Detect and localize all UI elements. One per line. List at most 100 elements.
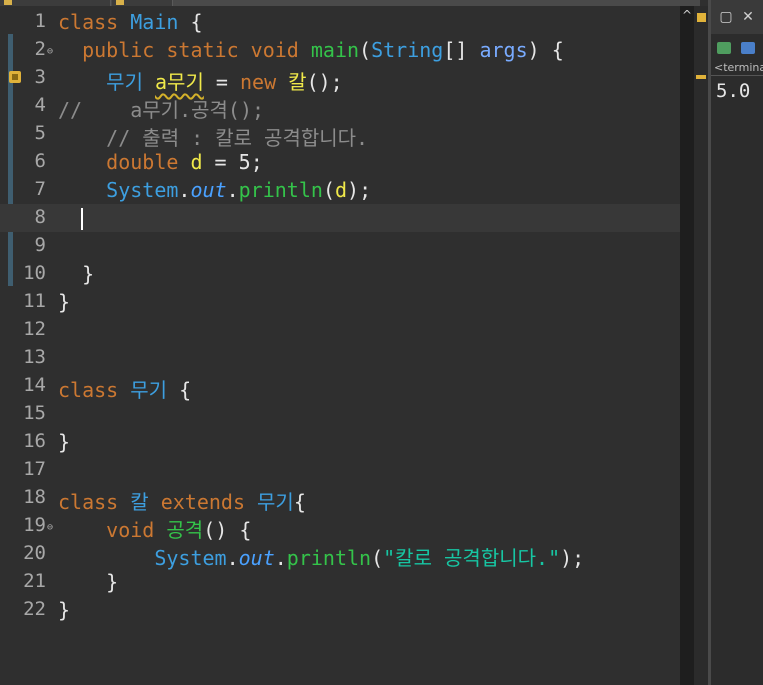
overview-summary-warning-icon[interactable]: [697, 13, 706, 22]
code-line[interactable]: 20 System.out.println("칼로 공격합니다.");: [0, 540, 680, 570]
code-line[interactable]: 10 }: [0, 260, 680, 288]
code-token: ;: [250, 150, 263, 174]
code-line[interactable]: 7 System.out.println(d);: [0, 176, 680, 204]
code-line[interactable]: 17: [0, 456, 680, 484]
code-text: class Main {: [58, 10, 203, 34]
code-text: }: [58, 262, 94, 286]
code-line[interactable]: 8: [0, 204, 680, 232]
open-console-icon[interactable]: [717, 42, 731, 54]
code-token: .: [274, 546, 287, 570]
code-text: void 공격() {: [58, 514, 251, 543]
code-token: double: [106, 150, 191, 174]
code-token: );: [347, 178, 372, 202]
line-number: 20: [23, 542, 46, 564]
code-token: System: [106, 178, 179, 202]
code-line[interactable]: 11}: [0, 288, 680, 316]
display-console-icon[interactable]: [741, 42, 755, 54]
line-number: 12: [23, 318, 46, 340]
minimize-icon[interactable]: ▢: [719, 10, 733, 24]
console-output: 5.0: [716, 80, 751, 102]
code-token: .: [226, 178, 239, 202]
code-token: out: [190, 178, 227, 202]
fold-toggle-icon[interactable]: ⊖: [47, 46, 53, 57]
code-token: ();: [306, 70, 343, 94]
code-token: (: [371, 546, 384, 570]
code-token: .: [178, 178, 191, 202]
line-number: 8: [34, 206, 46, 228]
code-line[interactable]: 5 // 출력 : 칼로 공격합니다.: [0, 120, 680, 150]
code-line[interactable]: 12: [0, 316, 680, 344]
code-line[interactable]: 6 double d = 5;: [0, 148, 680, 176]
code-token: new: [239, 70, 289, 94]
line-number: 14: [23, 374, 46, 396]
code-token: println: [238, 178, 323, 202]
line-number: 18: [23, 486, 46, 508]
code-token: {: [167, 378, 192, 402]
code-token: 무기: [130, 378, 168, 402]
line-number: 1: [34, 10, 46, 32]
code-token: }: [58, 262, 95, 286]
code-line[interactable]: 21 }: [0, 568, 680, 596]
console-panel: ▢ ✕ <terminated> 5.0: [711, 0, 763, 685]
line-number: 17: [23, 458, 46, 480]
code-token: System: [154, 546, 227, 570]
code-token: () {: [203, 518, 252, 542]
line-number: 19: [23, 514, 46, 536]
line-number: 5: [34, 122, 46, 144]
code-token: }: [58, 598, 71, 622]
code-token: d: [334, 178, 348, 202]
scroll-up-arrow-icon[interactable]: ^: [680, 8, 694, 22]
code-line[interactable]: 22}: [0, 596, 680, 624]
code-token: main: [310, 38, 360, 62]
fold-toggle-icon[interactable]: ⊖: [47, 522, 53, 533]
code-token: );: [560, 546, 585, 570]
code-token: 칼: [288, 70, 307, 94]
code-token: String: [371, 38, 444, 62]
code-line[interactable]: 3 무기 a무기 = new 칼();: [0, 64, 680, 95]
code-text: // a무기.공격();: [58, 94, 264, 123]
code-token: class: [58, 10, 131, 34]
code-token: d: [190, 150, 203, 174]
vertical-scrollbar[interactable]: [680, 6, 694, 685]
close-icon[interactable]: ✕: [741, 10, 755, 24]
code-line[interactable]: 18 class 칼 extends 무기{: [0, 484, 680, 514]
warning-icon[interactable]: [9, 71, 21, 83]
line-number: 7: [34, 178, 46, 200]
code-text: double d = 5;: [58, 150, 263, 174]
line-number: 21: [23, 570, 46, 592]
line-number: 13: [23, 346, 46, 368]
code-text: 무기 a무기 = new 칼();: [58, 66, 343, 95]
overview-warning-marker[interactable]: [696, 75, 706, 79]
code-line[interactable]: 13: [0, 344, 680, 372]
code-token: "칼로 공격합니다.": [383, 546, 561, 570]
code-token: 무기: [257, 490, 294, 514]
code-editor[interactable]: 1 class Main {2 ⊖ public static void main(…: [0, 6, 680, 685]
console-toolbar: [711, 36, 763, 60]
line-number: 4: [34, 94, 46, 116]
code-line[interactable]: 16}: [0, 428, 680, 456]
code-line[interactable]: 9: [0, 232, 680, 260]
code-token: []: [443, 38, 480, 62]
code-token: }: [58, 570, 119, 594]
code-line[interactable]: 15: [0, 400, 680, 428]
code-text: class 무기 {: [58, 374, 191, 403]
code-line[interactable]: 19 ⊖ void 공격() {: [0, 512, 680, 543]
code-token: class: [58, 490, 131, 514]
code-token: 공격: [166, 518, 204, 542]
line-number: 6: [34, 150, 46, 172]
code-text: public static void main(String[] args) {: [58, 38, 564, 62]
code-token: println: [286, 546, 372, 570]
code-token: }: [58, 290, 71, 314]
code-line[interactable]: 14 class 무기 {: [0, 372, 680, 403]
line-number: 11: [23, 290, 46, 312]
code-line[interactable]: 4 // a무기.공격();: [0, 92, 680, 123]
code-line[interactable]: 2 ⊖ public static void main(String[] args…: [0, 36, 680, 64]
console-panel-header: ▢ ✕: [711, 0, 763, 34]
code-text: }: [58, 570, 118, 594]
code-token: 칼: [130, 490, 149, 514]
code-line[interactable]: 1 class Main {: [0, 8, 680, 36]
